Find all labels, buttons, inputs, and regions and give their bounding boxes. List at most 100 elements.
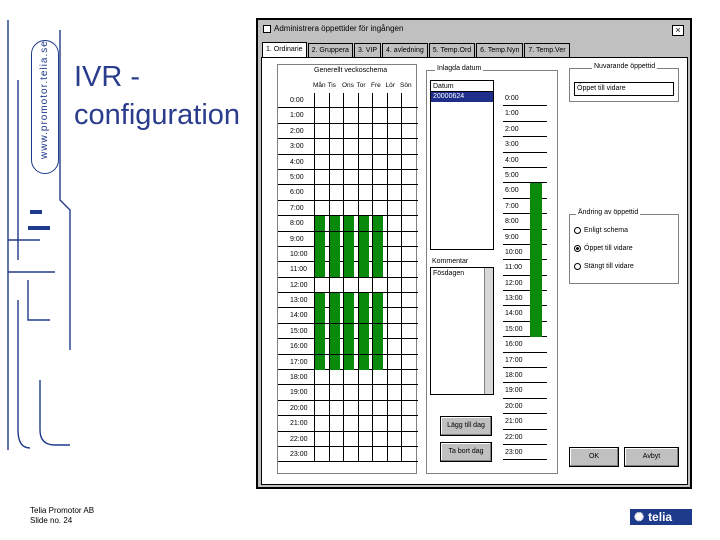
schedule-cell[interactable] [343,216,354,232]
schedule-cell[interactable] [314,370,325,386]
schedule-cell[interactable] [401,108,412,124]
schedule-cell[interactable] [328,431,340,447]
schedule-cell[interactable] [401,339,412,355]
schedule-cell[interactable] [357,216,369,232]
schedule-cell[interactable] [372,446,383,462]
schedule-cell[interactable] [386,139,398,155]
schedule-cell[interactable] [343,416,354,432]
schedule-cell[interactable] [357,416,369,432]
schedule-cell[interactable] [357,431,369,447]
schedule-cell[interactable] [357,323,369,339]
current-opening-field[interactable]: Öppet till vidare [574,82,674,96]
schedule-cell[interactable] [401,246,412,262]
schedule-cell[interactable] [386,108,398,124]
schedule-cell[interactable] [401,416,412,432]
remove-day-button[interactable]: Ta bort dag [440,442,492,462]
schedule-cell[interactable] [386,446,398,462]
schedule-cell[interactable] [372,169,383,185]
add-day-button[interactable]: Lägg till dag [440,416,492,436]
schedule-cell[interactable] [357,231,369,247]
schedule-cell[interactable] [401,93,412,108]
date-hour-cell[interactable] [530,214,542,230]
schedule-cell[interactable] [314,231,325,247]
schedule-cell[interactable] [372,262,383,278]
schedule-cell[interactable] [401,323,412,339]
schedule-cell[interactable] [357,262,369,278]
schedule-cell[interactable] [357,354,369,370]
date-hour-cell[interactable] [530,337,542,352]
date-list-item-selected[interactable]: 20000624 [431,92,493,102]
schedule-cell[interactable] [372,154,383,170]
schedule-cell[interactable] [343,370,354,386]
schedule-cell[interactable] [328,339,340,355]
schedule-cell[interactable] [357,123,369,139]
date-hour-cell[interactable] [530,353,542,368]
schedule-cell[interactable] [386,323,398,339]
schedule-cell[interactable] [328,323,340,339]
schedule-cell[interactable] [357,400,369,416]
schedule-cell[interactable] [343,431,354,447]
schedule-cell[interactable] [314,308,325,324]
schedule-cell[interactable] [372,370,383,386]
schedule-cell[interactable] [401,185,412,201]
schedule-cell[interactable] [314,108,325,124]
date-hour-cell[interactable] [530,122,542,137]
schedule-cell[interactable] [401,277,412,293]
radio-option[interactable]: Öppet till vidare [574,244,633,254]
schedule-cell[interactable] [357,169,369,185]
schedule-cell[interactable] [343,200,354,216]
schedule-cell[interactable] [343,169,354,185]
schedule-cell[interactable] [314,246,325,262]
schedule-cell[interactable] [314,354,325,370]
schedule-cell[interactable] [401,123,412,139]
date-hour-cell[interactable] [530,137,542,152]
date-hour-cell[interactable] [530,368,542,383]
schedule-cell[interactable] [343,323,354,339]
schedule-cell[interactable] [372,323,383,339]
schedule-cell[interactable] [343,262,354,278]
schedule-cell[interactable] [343,139,354,155]
date-hour-cell[interactable] [530,383,542,398]
date-hour-cell[interactable] [530,91,542,106]
schedule-cell[interactable] [328,185,340,201]
schedule-cell[interactable] [343,93,354,108]
schedule-cell[interactable] [328,139,340,155]
schedule-cell[interactable] [357,293,369,309]
schedule-cell[interactable] [357,93,369,108]
schedule-cell[interactable] [314,123,325,139]
schedule-cell[interactable] [328,216,340,232]
schedule-cell[interactable] [357,370,369,386]
date-hour-cell[interactable] [530,414,542,429]
schedule-cell[interactable] [328,354,340,370]
schedule-cell[interactable] [328,370,340,386]
schedule-cell[interactable] [401,200,412,216]
schedule-cell[interactable] [343,354,354,370]
comment-textarea[interactable]: Fösdagen [430,267,494,395]
schedule-cell[interactable] [372,139,383,155]
schedule-cell[interactable] [372,385,383,401]
schedule-cell[interactable] [357,308,369,324]
ok-button[interactable]: OK [569,447,619,467]
schedule-cell[interactable] [357,108,369,124]
schedule-cell[interactable] [343,385,354,401]
schedule-cell[interactable] [401,431,412,447]
date-hour-cell[interactable] [530,430,542,445]
schedule-cell[interactable] [328,154,340,170]
schedule-cell[interactable] [386,185,398,201]
schedule-cell[interactable] [357,246,369,262]
schedule-cell[interactable] [386,400,398,416]
schedule-cell[interactable] [328,93,340,108]
schedule-cell[interactable] [314,169,325,185]
schedule-cell[interactable] [386,169,398,185]
schedule-cell[interactable] [314,323,325,339]
schedule-cell[interactable] [343,231,354,247]
schedule-cell[interactable] [386,231,398,247]
schedule-cell[interactable] [372,123,383,139]
date-hour-cell[interactable] [530,229,542,245]
schedule-cell[interactable] [328,308,340,324]
schedule-cell[interactable] [401,354,412,370]
schedule-cell[interactable] [357,200,369,216]
radio-option[interactable]: Stängt till vidare [574,262,634,272]
schedule-cell[interactable] [314,185,325,201]
schedule-cell[interactable] [343,154,354,170]
